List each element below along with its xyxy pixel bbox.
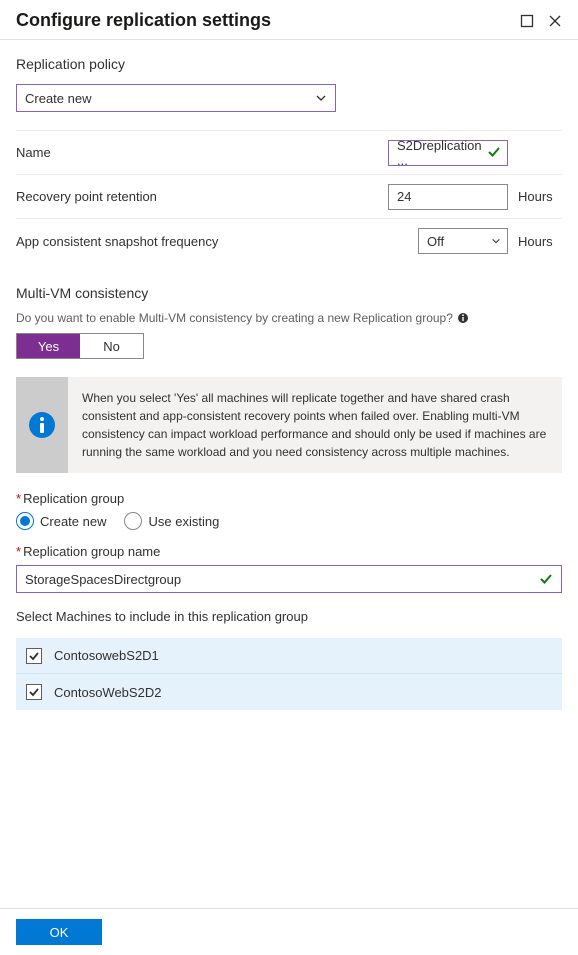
retention-value: 24: [397, 189, 411, 204]
info-icon[interactable]: [457, 312, 469, 324]
radio-create-new[interactable]: Create new: [16, 512, 106, 530]
multivm-heading: Multi-VM consistency: [16, 285, 562, 301]
multivm-question-row: Do you want to enable Multi-VM consisten…: [16, 311, 562, 325]
checkmark-icon: [539, 572, 553, 589]
repgroup-name-value: StorageSpacesDirectgroup: [25, 572, 181, 587]
checkbox-icon[interactable]: [26, 648, 42, 664]
close-icon[interactable]: [548, 14, 562, 28]
snapshot-label: App consistent snapshot frequency: [16, 234, 218, 249]
repgroup-name-input[interactable]: StorageSpacesDirectgroup: [16, 565, 562, 593]
radio-icon-selected: [16, 512, 34, 530]
replication-policy-heading: Replication policy: [16, 56, 562, 72]
info-box: When you select 'Yes' all machines will …: [16, 377, 562, 473]
snapshot-unit: Hours: [518, 234, 562, 249]
name-label: Name: [16, 145, 51, 160]
snapshot-value: Off: [427, 234, 444, 249]
multivm-toggle: Yes No: [16, 333, 144, 359]
radio-use-existing[interactable]: Use existing: [124, 512, 219, 530]
required-star: *: [16, 544, 21, 559]
machines-heading: Select Machines to include in this repli…: [16, 609, 562, 624]
machines-list: ContosowebS2D1 ContosoWebS2D2: [16, 638, 562, 710]
retention-unit: Hours: [518, 189, 562, 204]
checkmark-icon: [487, 145, 501, 162]
list-item[interactable]: ContosoWebS2D2: [16, 674, 562, 710]
machine-name: ContosowebS2D1: [54, 648, 159, 663]
repgroup-label: *Replication group: [16, 491, 562, 506]
page-title: Configure replication settings: [16, 10, 271, 31]
info-box-text: When you select 'Yes' all machines will …: [68, 377, 562, 473]
retention-input[interactable]: 24: [388, 184, 508, 210]
policy-dropdown[interactable]: Create new: [16, 84, 336, 112]
list-item[interactable]: ContosowebS2D1: [16, 638, 562, 674]
restore-icon[interactable]: [520, 14, 534, 28]
repgroup-name-label: *Replication group name: [16, 544, 562, 559]
name-input[interactable]: S2Dreplication ...: [388, 140, 508, 166]
toggle-yes[interactable]: Yes: [17, 334, 80, 358]
checkbox-icon[interactable]: [26, 684, 42, 700]
radio-existing-label: Use existing: [148, 514, 219, 529]
multivm-question: Do you want to enable Multi-VM consisten…: [16, 311, 453, 325]
chevron-down-icon: [315, 92, 327, 104]
required-star: *: [16, 491, 21, 506]
snapshot-dropdown[interactable]: Off: [418, 228, 508, 254]
info-box-icon-area: [16, 377, 68, 473]
chevron-down-icon: [491, 234, 501, 249]
machine-name: ContosoWebS2D2: [54, 685, 161, 700]
ok-button[interactable]: OK: [16, 919, 102, 945]
radio-icon: [124, 512, 142, 530]
retention-label: Recovery point retention: [16, 189, 157, 204]
toggle-no[interactable]: No: [80, 334, 143, 358]
radio-create-label: Create new: [40, 514, 106, 529]
policy-dropdown-value: Create new: [25, 91, 91, 106]
name-value: S2Dreplication ...: [397, 138, 483, 168]
